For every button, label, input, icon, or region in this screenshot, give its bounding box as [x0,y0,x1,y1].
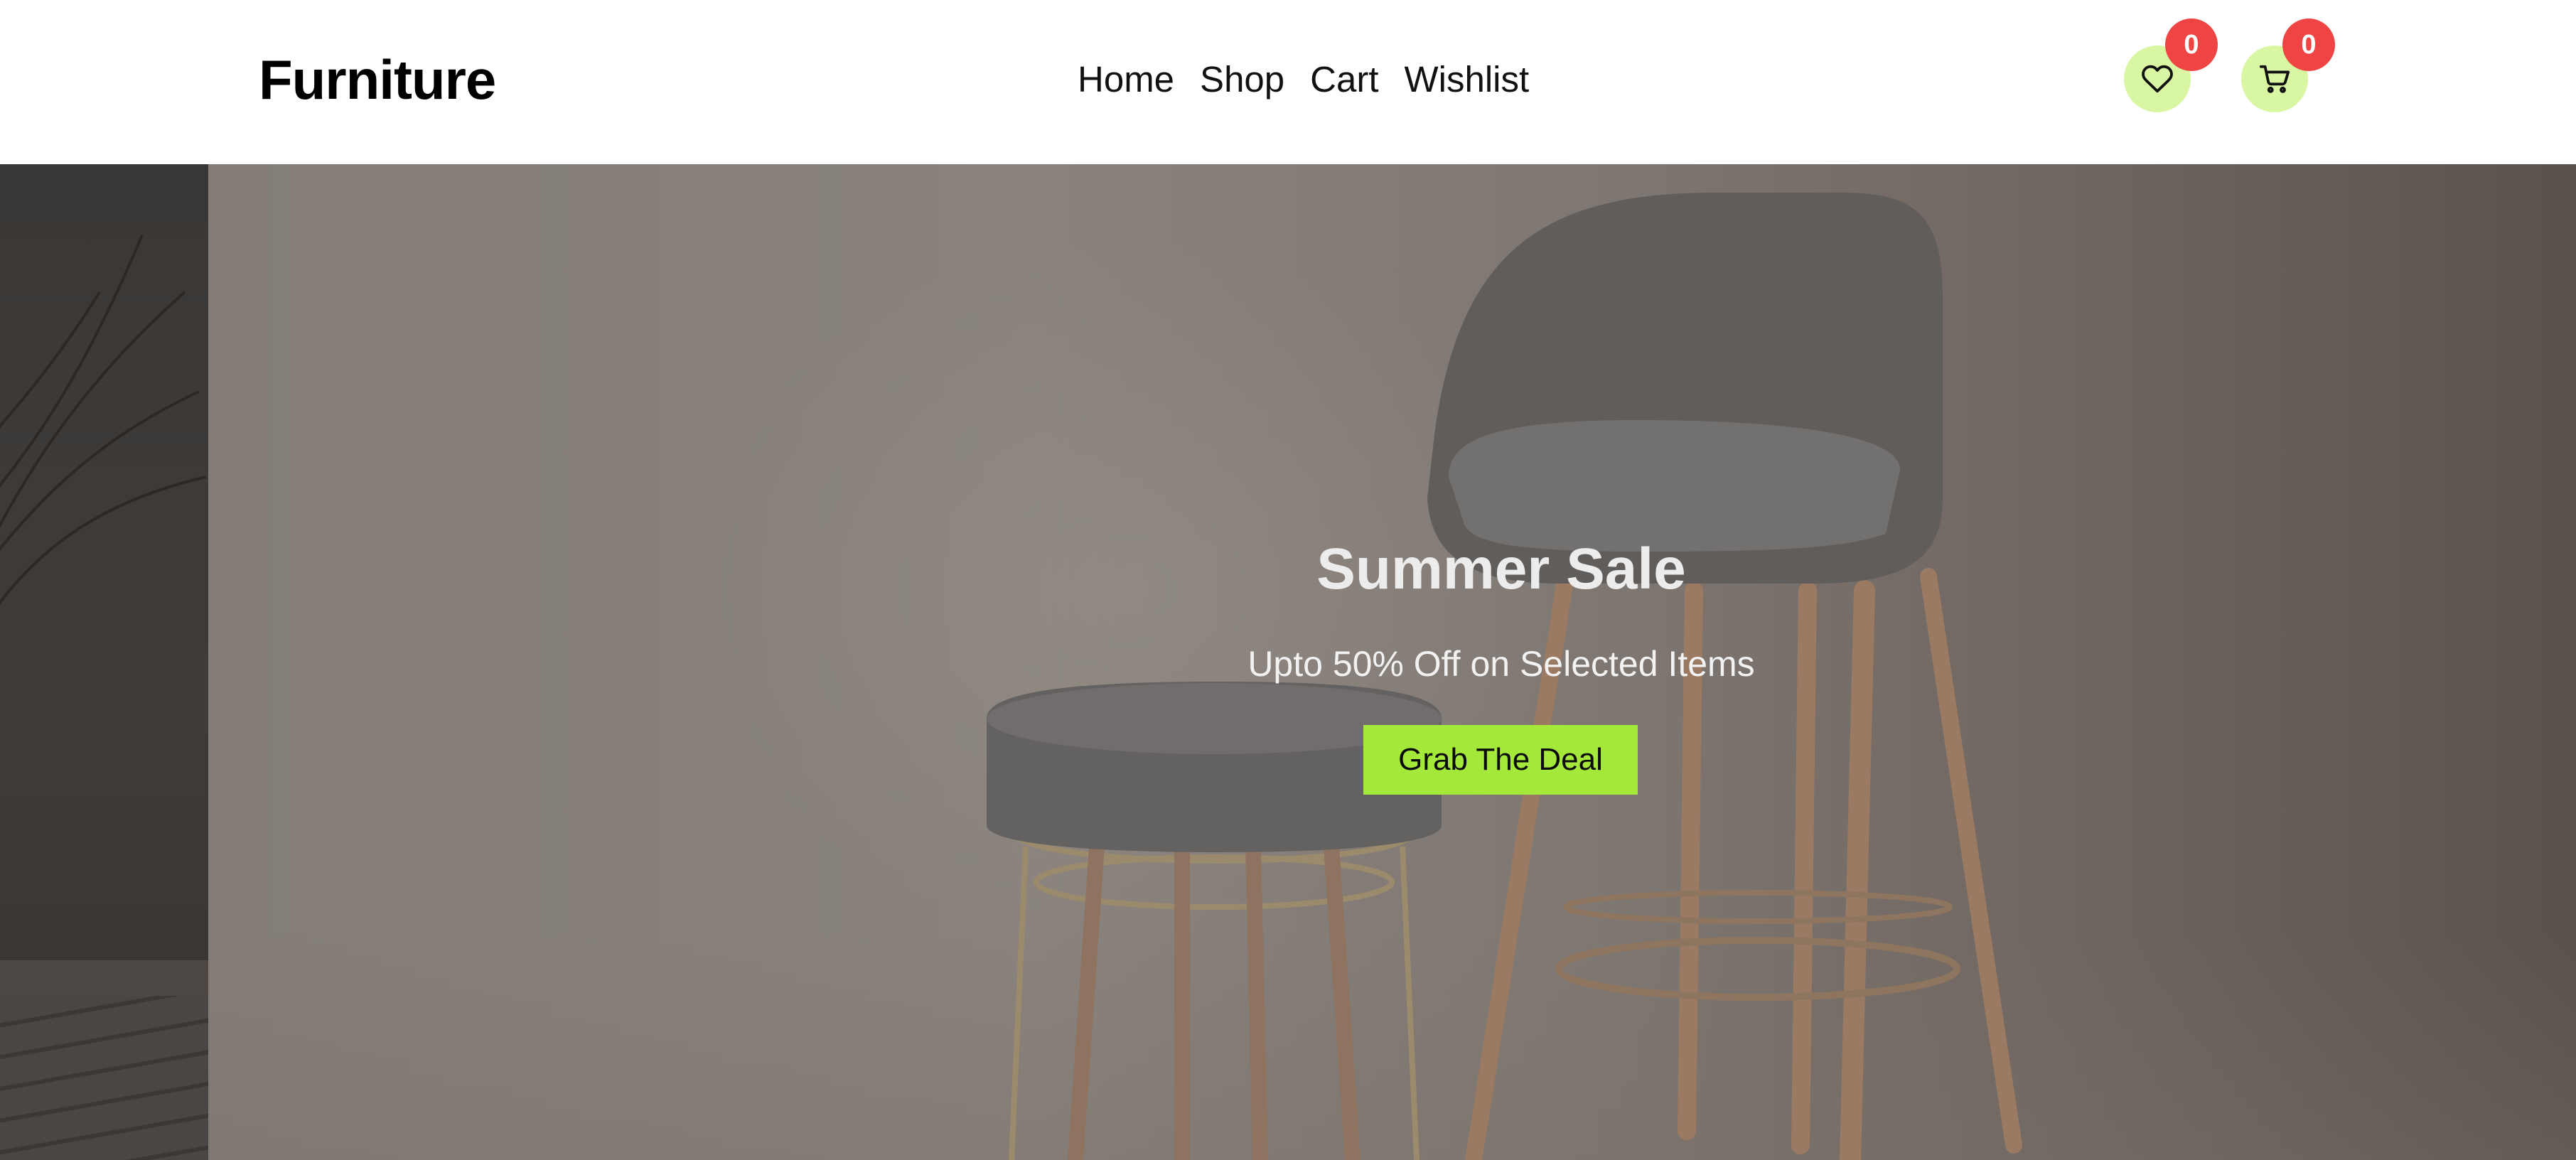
wishlist-button[interactable]: 0 [2124,18,2218,112]
hero-title: Summer Sale [1316,537,1686,601]
hero-content: Summer Sale Upto 50% Off on Selected Ite… [0,164,2576,1160]
main-nav: Home Shop Cart Wishlist [1078,51,1529,108]
wishlist-count-badge: 0 [2165,18,2218,71]
hero-subtitle: Upto 50% Off on Selected Items [1247,644,1755,684]
site-header: Furniture Home Shop Cart Wishlist 0 0 [0,0,2576,164]
cart-icon [2259,65,2290,93]
nav-home-link[interactable]: Home [1078,51,1174,108]
nav-shop-link[interactable]: Shop [1200,51,1284,108]
grab-deal-button[interactable]: Grab The Deal [1363,725,1638,795]
nav-cart-link[interactable]: Cart [1310,51,1378,108]
cart-button[interactable]: 0 [2241,18,2335,112]
cart-count-badge: 0 [2282,18,2335,71]
heart-icon [2142,65,2173,93]
nav-wishlist-link[interactable]: Wishlist [1405,51,1530,108]
hero-banner: Summer Sale Upto 50% Off on Selected Ite… [0,164,2576,1160]
logo[interactable]: Furniture [259,45,496,114]
